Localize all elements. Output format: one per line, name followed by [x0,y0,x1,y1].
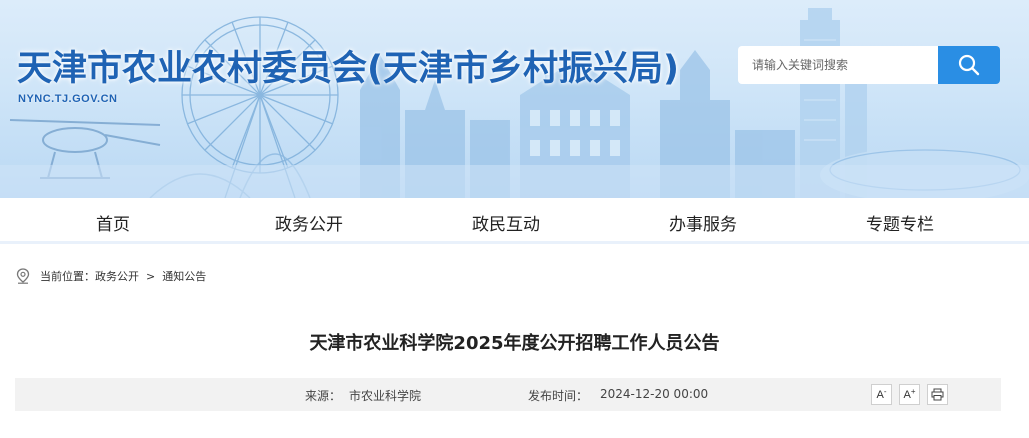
search-box [738,46,1000,84]
publish-date-value: 2024-12-20 00:00 [600,387,709,401]
article-meta-bar: 来源： 市农业科学院 发布时间： 2024-12-20 00:00 A- A + [15,378,1001,411]
font-increase-sign: + [910,387,916,396]
header-banner: 天津市农业农村委员会(天津市乡村振兴局) NYNC.TJ.GOV.CN [0,0,1029,198]
search-button[interactable] [938,46,1000,84]
article-title: 天津市农业科学院2025年度公开招聘工作人员公告 [309,333,720,354]
breadcrumb-link-government-affairs[interactable]: 政务公开 [95,268,139,284]
publish-date-label: 发布时间： [528,389,589,403]
nav-item-home[interactable]: 首页 [96,210,130,235]
breadcrumb-separator: > [146,269,156,283]
main-nav: 首页 政务公开 政民互动 办事服务 专题专栏 [0,198,1029,244]
font-increase-button[interactable]: A + [899,384,920,405]
nav-item-interaction[interactable]: 政民互动 [472,210,540,235]
nav-item-services[interactable]: 办事服务 [669,210,737,235]
search-icon [958,54,980,76]
source-value: 市农业科学院 [349,389,422,403]
printer-icon [931,388,944,401]
breadcrumb-link-notices[interactable]: 通知公告 [162,268,206,284]
font-decrease-label: A [876,388,884,401]
font-increase-label: A [903,388,911,401]
site-title: 天津市农业农村委员会(天津市乡村振兴局) [17,49,679,89]
location-pin-icon [16,268,30,284]
nav-item-special-topics[interactable]: 专题专栏 [866,210,934,235]
font-decrease-button[interactable]: A- [871,384,892,405]
breadcrumb: 当前位置： 政务公开 > 通知公告 [16,268,206,284]
city-skyline-illustration [0,8,1029,198]
breadcrumb-prefix: 当前位置： [40,270,95,283]
print-button[interactable] [927,384,948,405]
font-decrease-sign: - [883,387,887,396]
search-input[interactable] [738,46,938,84]
source-label: 来源： [305,389,342,403]
nav-item-government-affairs[interactable]: 政务公开 [275,210,343,235]
site-url: NYNC.TJ.GOV.CN [18,93,118,105]
